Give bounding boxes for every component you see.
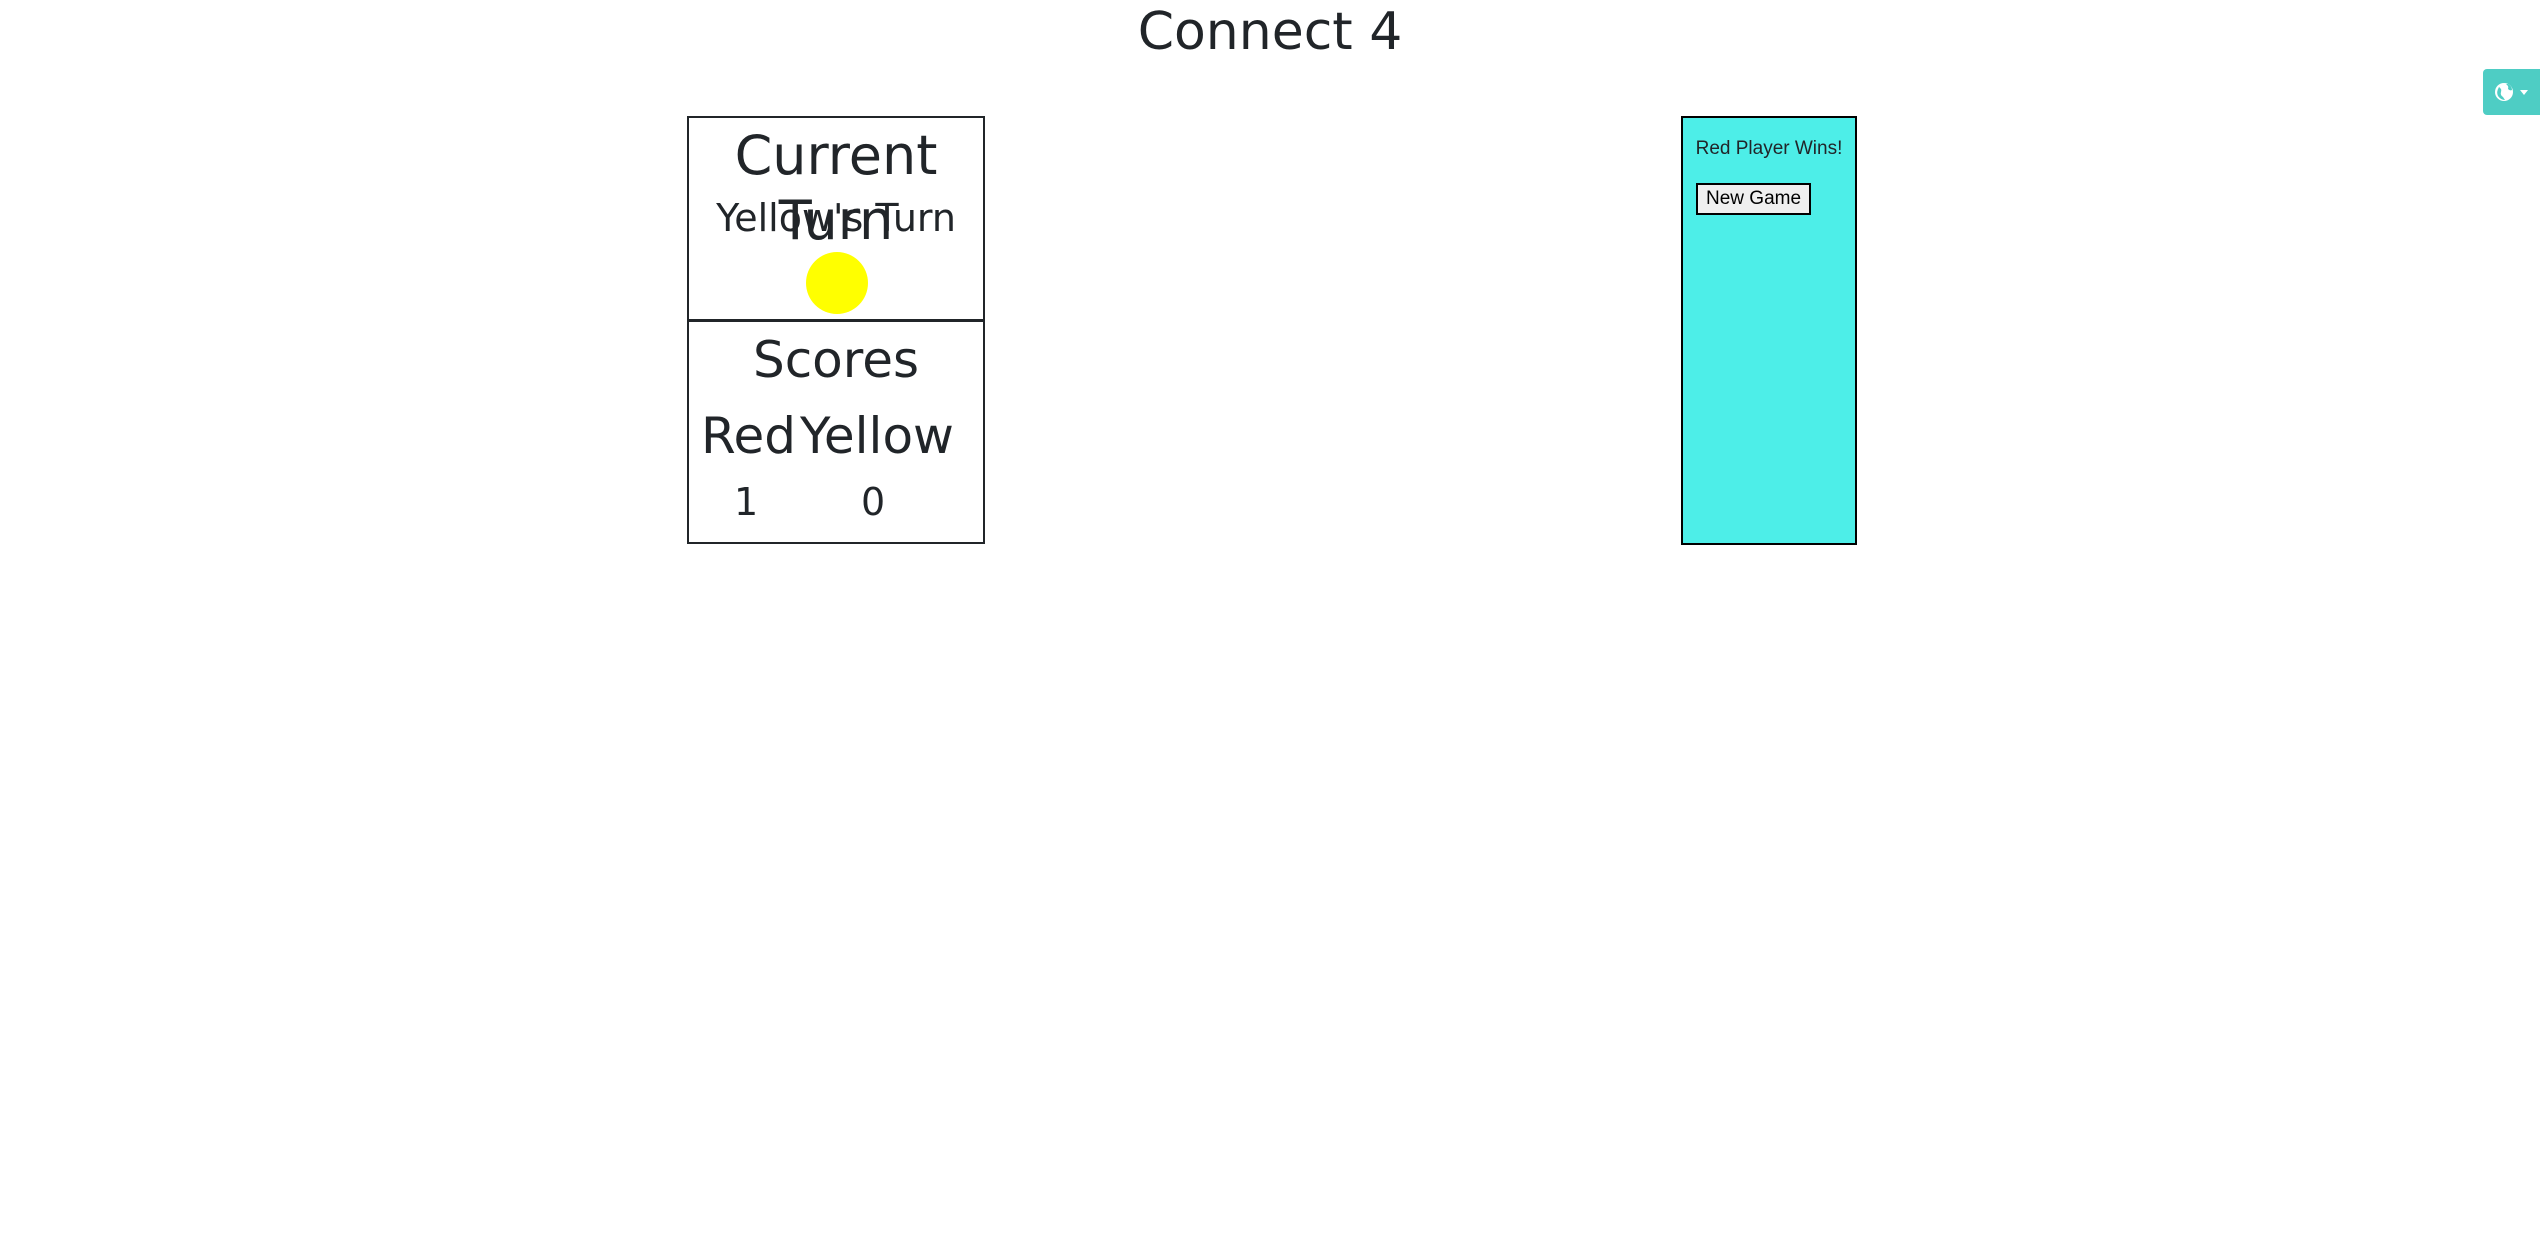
game-page: Connect 4 Current Turn Yellow's Turn Sco…: [0, 0, 2540, 1249]
page-title: Connect 4: [1137, 2, 1403, 62]
result-panel: Red Player Wins! New Game: [1681, 116, 1857, 545]
language-menu-button[interactable]: [2483, 69, 2540, 115]
scores-section: Scores Red Yellow 1 0: [689, 322, 983, 542]
globe-icon: [2494, 83, 2528, 101]
winner-message: Red Player Wins!: [1695, 138, 1843, 159]
new-game-button[interactable]: New Game: [1696, 183, 1812, 215]
current-turn-section: Current Turn Yellow's Turn: [689, 118, 983, 322]
current-turn-disc: [806, 252, 868, 314]
info-panel: Current Turn Yellow's Turn Scores Red Ye…: [687, 116, 985, 544]
chevron-down-icon: [2519, 90, 2528, 95]
red-score-value: 1: [734, 480, 759, 524]
red-score-label: Red: [701, 407, 796, 465]
yellow-score-label: Yellow: [800, 407, 954, 465]
scores-heading: Scores: [752, 331, 920, 389]
current-turn-text: Yellow's Turn: [716, 196, 956, 240]
yellow-score-value: 0: [861, 480, 886, 524]
